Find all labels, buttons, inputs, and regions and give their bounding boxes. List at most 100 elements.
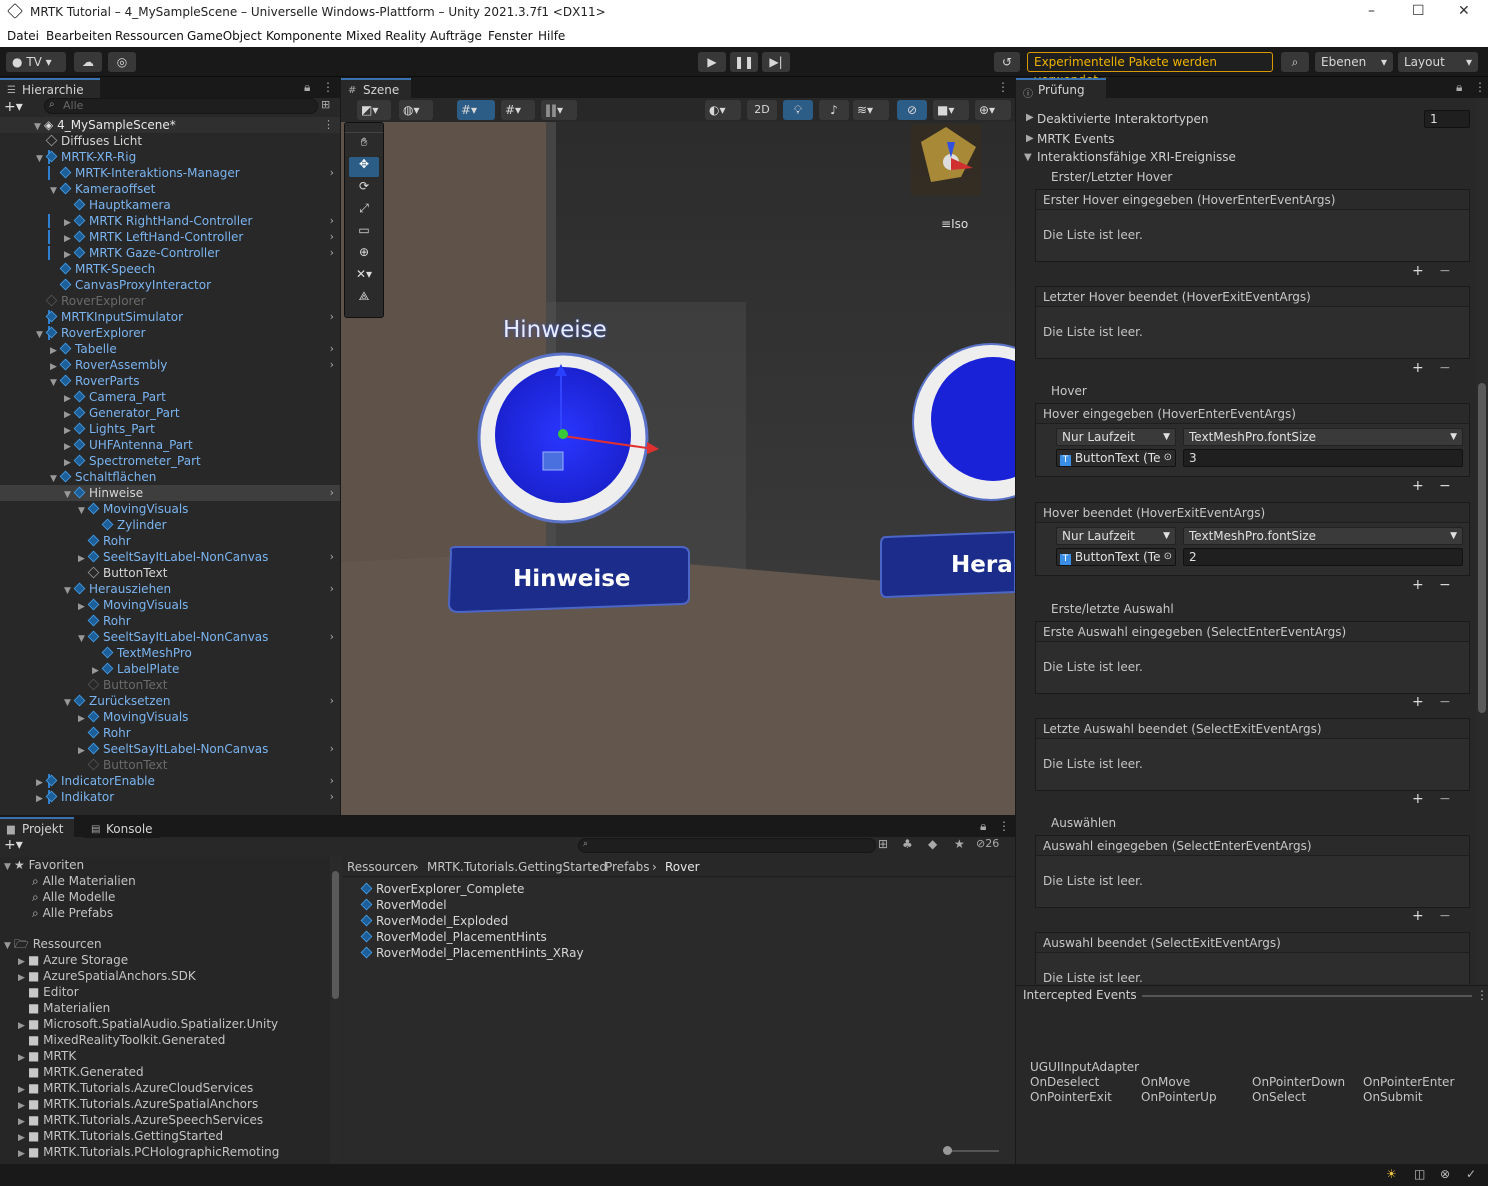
hierarchy-item[interactable]: ▼ MovingVisuals <box>0 501 340 517</box>
open-prefab-chevron-icon[interactable]: › <box>330 629 334 645</box>
hierarchy-search-input[interactable]: ⌕ Alle <box>44 98 318 114</box>
hierarchy-item[interactable]: Diffuses Licht <box>0 133 340 149</box>
experimental-packages-warning[interactable]: Experimentelle Pakete werden verwendet ▾ <box>1027 52 1273 87</box>
add-event-button[interactable]: + <box>1412 908 1424 924</box>
debug-icon[interactable]: ☀ <box>1386 1167 1397 1181</box>
collapsed-arrow[interactable]: ▶ <box>1026 112 1034 123</box>
palette-handle[interactable] <box>345 123 383 133</box>
more-icon[interactable]: ⋮ <box>322 80 334 94</box>
add-event-button[interactable]: + <box>1412 694 1424 710</box>
hierarchy-item[interactable]: ▶ SeeltSayItLabel-NonCanvas › <box>0 741 340 757</box>
hierarchy-item[interactable]: ▶ Indikator › <box>0 789 340 805</box>
type-filter-icon[interactable]: ♣ <box>902 837 913 851</box>
hierarchy-item[interactable]: Rohr <box>0 613 340 629</box>
menu-auftraege[interactable]: Aufträge <box>430 29 482 43</box>
open-prefab-chevron-icon[interactable]: › <box>330 165 334 181</box>
hand-tool-icon[interactable]: ✋︎ <box>349 135 379 155</box>
tab-hierarchy[interactable]: ☰ Hierarchie <box>0 78 100 99</box>
expanded-arrow[interactable]: ▼ <box>1024 152 1032 163</box>
layers-dropdown[interactable]: Ebenen ▾ <box>1315 52 1393 72</box>
add-event-button[interactable]: + <box>1412 360 1424 376</box>
runtime-dropdown[interactable]: Nur Laufzeit ▼ <box>1056 428 1176 446</box>
add-event-button[interactable]: + <box>1412 478 1424 494</box>
open-prefab-chevron-icon[interactable]: › <box>330 245 334 261</box>
hierarchy-item[interactable]: ▶ Tabelle › <box>0 341 340 357</box>
remove-event-button[interactable]: − <box>1439 478 1451 494</box>
hidden-packages-toggle[interactable]: ⊘26 <box>976 837 999 850</box>
maximize-button[interactable]: ☐ <box>1412 3 1425 19</box>
folder-item[interactable]: ■ MixedRealityToolkit.Generated <box>0 1032 342 1048</box>
hierarchy-item[interactable]: MRTK-Interaktions-Manager › <box>0 165 340 181</box>
open-prefab-chevron-icon[interactable]: › <box>330 341 334 357</box>
hierarchy-item[interactable]: Zylinder <box>0 517 340 533</box>
hierarchy-item[interactable]: Rohr <box>0 533 340 549</box>
remove-event-button[interactable]: − <box>1439 694 1451 710</box>
folder-item[interactable]: ▶ ■ MRTK.Tutorials.AzureCloudServices <box>0 1080 342 1096</box>
hierarchy-item[interactable]: Hauptkamera <box>0 197 340 213</box>
folder-item[interactable]: ▶ ■ AzureSpatialAnchors.SDK <box>0 968 342 984</box>
target-object-field[interactable]: T ButtonText (Te ⊙ <box>1056 548 1176 566</box>
asset-item[interactable]: RoverModel_PlacementHints_XRay <box>343 945 1015 961</box>
iso-label[interactable]: ≡Iso <box>941 217 968 231</box>
mode-2d-button[interactable]: 2D <box>747 100 777 120</box>
folder-item[interactable]: ▶ ■ Microsoft.SpatialAudio.Spatializer.Un… <box>0 1016 342 1032</box>
favorite-item[interactable]: ⌕ Alle Materialien <box>0 873 342 889</box>
hierarchy-item[interactable]: RoverExplorer <box>0 293 340 309</box>
menu-komponente[interactable]: Komponente <box>266 29 342 43</box>
runtime-dropdown[interactable]: Nur Laufzeit ▼ <box>1056 527 1176 545</box>
scene-root[interactable]: ▼ ◈ 4_MySampleScene* ⋮ <box>0 117 340 133</box>
open-prefab-chevron-icon[interactable]: › <box>330 357 334 373</box>
hierarchy-item[interactable]: ▶ MRTK Gaze-Controller › <box>0 245 340 261</box>
more-icon[interactable]: ⋮ <box>323 117 334 133</box>
hierarchy-item[interactable]: ▼ Schaltflächen <box>0 469 340 485</box>
menu-bearbeiten[interactable]: Bearbeiten <box>46 29 112 43</box>
object-picker-icon[interactable]: ⊙ <box>1164 450 1172 466</box>
effects-icon[interactable]: ≋▾ <box>853 100 889 120</box>
breadcrumb-item[interactable]: MRTK.Tutorials.GettingStarted <box>427 860 607 874</box>
search-options-icon[interactable]: ⊞ <box>321 98 330 111</box>
resources-header[interactable]: ▼ 🗁︎ Ressourcen <box>0 936 342 952</box>
step-button[interactable]: ▶| <box>762 52 790 72</box>
hierarchy-item[interactable]: ButtonText <box>0 677 340 693</box>
move-tool-icon[interactable]: ✥ <box>349 157 379 177</box>
favorite-item[interactable]: ⌕ Alle Prefabs <box>0 905 342 921</box>
folder-item[interactable]: ▶ ■ MRTK.Tutorials.AzureSpatialAnchors <box>0 1096 342 1112</box>
mrtk-events-foldout[interactable]: MRTK Events <box>1037 132 1114 146</box>
hierarchy-item[interactable]: ▶ SeeltSayItLabel-NonCanvas › <box>0 549 340 565</box>
hierarchy-item[interactable]: ▼ MRTK-XR-Rig <box>0 149 340 165</box>
cache-icon[interactable]: ◫ <box>1414 1167 1425 1181</box>
history-icon[interactable]: ↺ <box>994 52 1020 72</box>
open-prefab-chevron-icon[interactable]: › <box>330 485 334 501</box>
more-icon[interactable]: ⋮ <box>1474 80 1486 94</box>
asset-item[interactable]: RoverModel <box>343 897 1015 913</box>
tab-scene[interactable]: # Szene <box>341 78 411 99</box>
favorite-item[interactable]: ⌕ Alle Modelle <box>0 889 342 905</box>
remove-event-button[interactable]: − <box>1439 360 1451 376</box>
remove-event-button[interactable]: − <box>1439 791 1451 807</box>
hierarchy-item[interactable]: ▶ Camera_Part <box>0 389 340 405</box>
function-dropdown[interactable]: TextMeshPro.fontSize ▼ <box>1183 527 1463 545</box>
tab-inspector[interactable]: ⓘ Prüfung <box>1016 78 1106 100</box>
inspector-scrollbar[interactable] <box>1476 98 1488 984</box>
add-button[interactable]: +▾ <box>4 99 23 115</box>
folder-item[interactable]: ▶ ■ MRTK.Tutorials.GettingStarted <box>0 1128 342 1144</box>
hierarchy-item[interactable]: ButtonText <box>0 757 340 773</box>
play-button[interactable]: ▶ <box>698 52 726 72</box>
scale-tool-icon[interactable]: ⤢ <box>349 201 379 221</box>
camera-icon[interactable]: ■▾ <box>933 100 969 120</box>
slider-thumb[interactable] <box>943 1146 952 1155</box>
hierarchy-item[interactable]: ▼ SeeltSayItLabel-NonCanvas › <box>0 629 340 645</box>
scene-viewport[interactable]: Hinweise Hinweise Hera ≡Iso ✋︎ ✥ ⟳ ⤢ ▭ ⊕… <box>341 122 1015 815</box>
collab-icon[interactable]: ◎ <box>108 52 136 72</box>
shading-mode-icon[interactable]: ◐▾ <box>705 100 741 120</box>
favorite-star-icon[interactable]: ★ <box>954 837 965 851</box>
hierarchy-item[interactable]: ▼ Hinweise › <box>0 485 340 501</box>
hierarchy-item[interactable]: TextMeshPro <box>0 645 340 661</box>
add-event-button[interactable]: + <box>1412 577 1424 593</box>
hierarchy-item[interactable]: ▶ UHFAntenna_Part <box>0 437 340 453</box>
tab-project[interactable]: ▆ Projekt <box>0 817 74 838</box>
create-button[interactable]: +▾ <box>4 837 23 853</box>
folder-item[interactable]: ▶ ■ MRTK.Tutorials.PCHolographicRemoting <box>0 1144 342 1160</box>
breadcrumb-item[interactable]: Rover <box>665 860 700 874</box>
object-picker-icon[interactable]: ⊙ <box>1164 549 1172 565</box>
